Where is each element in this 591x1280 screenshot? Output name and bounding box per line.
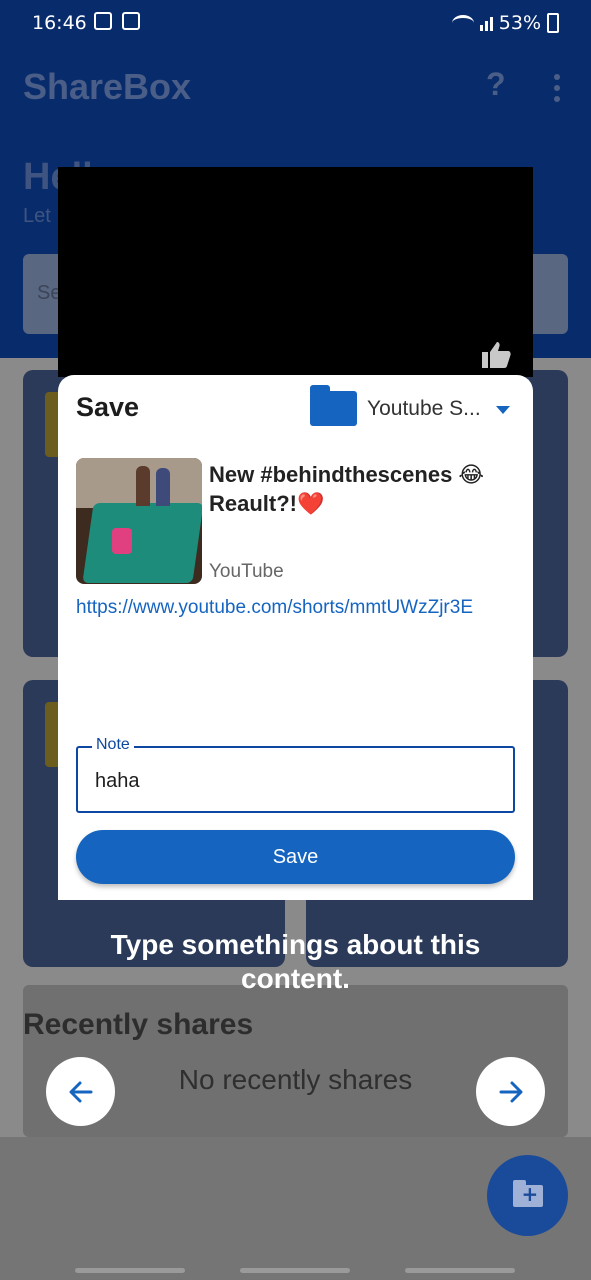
battery-percent: 53%: [498, 12, 541, 34]
next-button[interactable]: [476, 1057, 545, 1126]
signal-icon: [479, 15, 493, 31]
more-vert-icon[interactable]: [554, 74, 562, 107]
note-field[interactable]: Note haha: [76, 736, 515, 813]
arrow-right-icon: [499, 1081, 522, 1102]
help-icon[interactable]: ?: [486, 66, 506, 103]
wifi-icon: [451, 15, 474, 31]
content-source: YouTube: [209, 561, 284, 582]
note-label: Note: [92, 736, 134, 754]
tutorial-tip: Type somethings about this content.: [110, 929, 481, 994]
note-value[interactable]: haha: [95, 770, 140, 793]
greeting-subtitle: Let: [23, 205, 51, 227]
add-folder-icon: [512, 1179, 543, 1207]
add-folder-button[interactable]: [487, 1155, 568, 1236]
content-title: New #behindthescenes 😂 Reault?!❤️: [209, 462, 485, 516]
thumb-up-icon[interactable]: [480, 340, 512, 370]
folder-select[interactable]: Youtube S...: [310, 385, 520, 431]
dropdown-icon: [496, 406, 510, 414]
content-url[interactable]: https://www.youtube.com/shorts/mmtUWzZjr…: [76, 595, 516, 621]
save-dialog: Save Youtube S... New #behindthescenes 😂…: [58, 375, 533, 900]
status-time: 16:46: [32, 12, 87, 34]
dialog-title: Save: [76, 392, 140, 422]
app-title: ShareBox: [23, 66, 192, 107]
video-player[interactable]: [58, 167, 533, 377]
gesture-nav-bar: [0, 1262, 591, 1280]
battery-icon: [547, 13, 559, 33]
arrow-left-icon: [69, 1081, 92, 1102]
previous-button[interactable]: [46, 1057, 115, 1126]
gallery-icon: [94, 12, 112, 30]
content-thumbnail: [76, 458, 202, 584]
status-bar: 16:46 53%: [0, 0, 591, 48]
phone-icon: [122, 12, 140, 30]
recent-title: Recently shares: [23, 1008, 254, 1041]
save-button[interactable]: Save: [76, 830, 515, 884]
notification-icons: [94, 12, 140, 30]
folder-name: Youtube S...: [367, 397, 481, 420]
status-right: 53%: [451, 12, 559, 34]
folder-icon: [310, 385, 357, 426]
